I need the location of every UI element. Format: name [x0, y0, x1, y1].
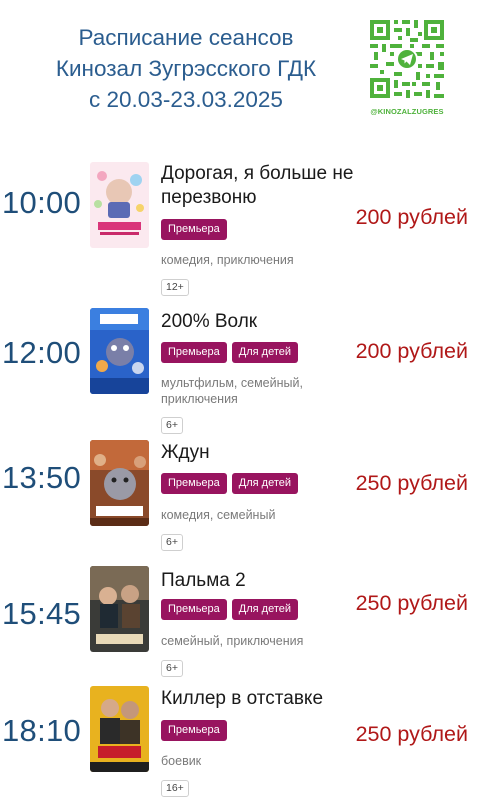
poster-image	[90, 566, 149, 652]
movie-genre: боевик	[161, 754, 202, 768]
ticket-price: 250 рублей	[355, 722, 468, 746]
tag-for-kids: Для детей	[231, 342, 299, 363]
tag-premiere: Премьера	[161, 599, 227, 620]
header-date-range: с 20.03-23.03.2025	[89, 87, 283, 112]
movie-genre: семейный, приключения	[161, 634, 304, 648]
movie-poster[interactable]	[90, 566, 149, 652]
header-cinema-name: Кинозал Зугрэсского ГДК	[55, 56, 317, 81]
session-tags: Премьера Для детей	[161, 473, 299, 494]
ticket-price: 250 рублей	[355, 591, 468, 615]
movie-genre: мультфильм, семейный, приключения	[161, 376, 303, 406]
age-rating-badge: 12+	[161, 279, 189, 296]
session-tags: Премьера Для детей	[161, 599, 299, 620]
session-tags: Премьера	[161, 219, 227, 240]
tag-premiere: Премьера	[161, 720, 227, 741]
session-time: 10:00	[2, 185, 82, 220]
movie-title: Ждун	[161, 442, 210, 463]
tag-for-kids: Для детей	[231, 473, 299, 494]
poster-image	[90, 308, 149, 394]
tag-premiere: Премьера	[161, 342, 227, 363]
movie-genre: комедия, семейный	[161, 508, 276, 522]
session-time: 13:50	[2, 460, 82, 495]
movie-title: 200% Волк	[161, 311, 258, 332]
session-time: 18:10	[2, 713, 82, 748]
schedule-header: Расписание сеансов Кинозал Зугрэсского Г…	[0, 22, 372, 115]
movie-poster[interactable]	[90, 440, 149, 526]
movie-title: Пальма 2	[161, 570, 246, 591]
ticket-price: 250 рублей	[355, 471, 468, 495]
qr-code[interactable]: @KINOZALZUGRES	[366, 16, 448, 122]
movie-genre: комедия, приключения	[161, 253, 294, 267]
session-time: 15:45	[2, 596, 82, 631]
tag-premiere: Премьера	[161, 473, 227, 494]
age-rating-badge: 6+	[161, 534, 183, 551]
session-tags: Премьера	[161, 720, 227, 741]
ticket-price: 200 рублей	[355, 205, 468, 229]
poster-image	[90, 440, 149, 526]
age-rating-badge: 6+	[161, 660, 183, 677]
movie-poster[interactable]	[90, 162, 149, 248]
header-title: Расписание сеансов	[78, 25, 294, 50]
poster-image	[90, 686, 149, 772]
ticket-price: 200 рублей	[355, 339, 468, 363]
qr-handle-label: @KINOZALZUGRES	[370, 107, 444, 116]
age-rating-badge: 16+	[161, 780, 189, 797]
qr-code-icon	[366, 16, 448, 102]
tag-for-kids: Для детей	[231, 599, 299, 620]
age-rating-badge: 6+	[161, 417, 183, 434]
tag-premiere: Премьера	[161, 219, 227, 240]
movie-title: Дорогая, я больше не перезвоню	[161, 163, 354, 208]
movie-poster[interactable]	[90, 686, 149, 772]
movie-title: Киллер в отставке	[161, 688, 324, 709]
session-time: 12:00	[2, 335, 82, 370]
poster-image	[90, 162, 149, 248]
movie-poster[interactable]	[90, 308, 149, 394]
session-tags: Премьера Для детей	[161, 342, 299, 363]
